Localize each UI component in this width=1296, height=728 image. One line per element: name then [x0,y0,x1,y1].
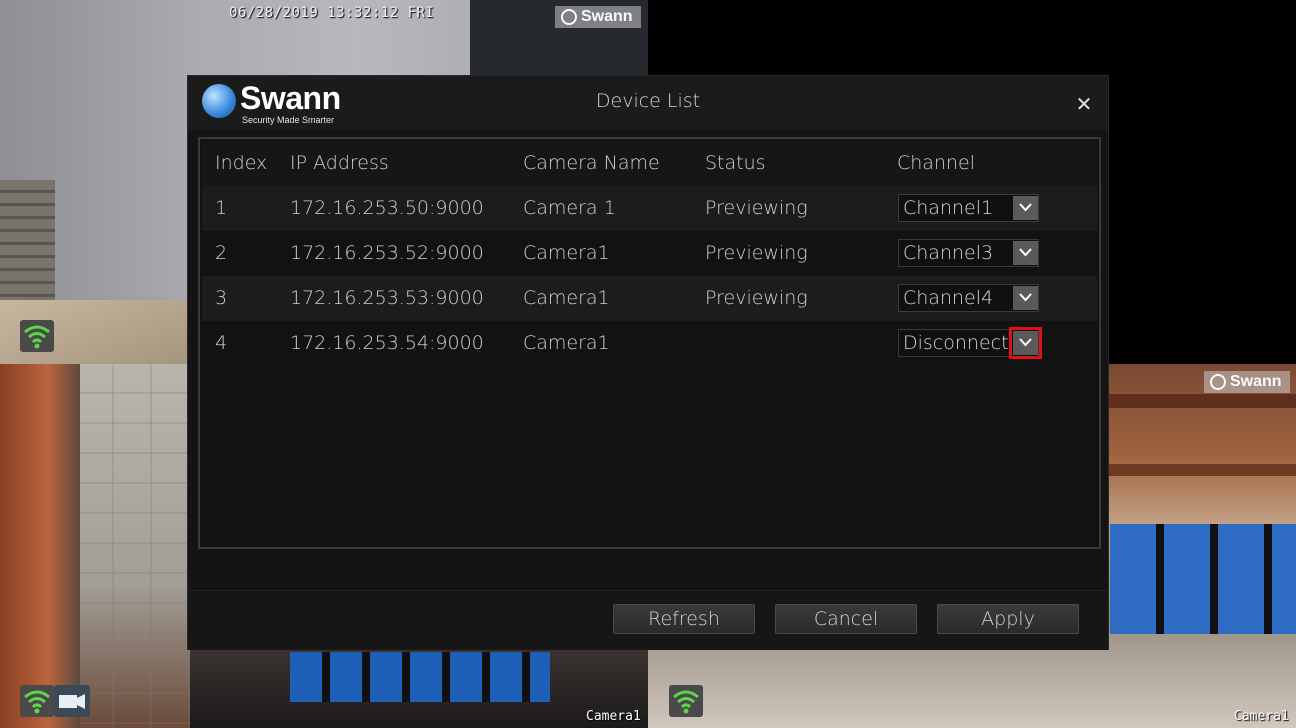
channel-select[interactable]: Disconnect [898,327,1042,359]
row-camera-name: Camera1 [523,242,610,264]
row-ip-address: 172.16.253.52:9000 [290,242,484,264]
apply-button[interactable]: Apply [937,604,1079,634]
cancel-button[interactable]: Cancel [775,604,917,634]
wifi-icon [669,685,703,717]
row-status: Previewing [705,242,808,264]
scene-beam [1108,464,1296,476]
channel-select-value: Channel3 [903,242,994,264]
logo-tagline: Security Made Smarter [242,115,335,125]
column-header-index: Index [215,152,268,174]
scene-wall [0,364,80,728]
row-index: 4 [215,332,228,354]
row-camera-name: Camera1 [523,332,610,354]
chevron-down-icon[interactable] [1013,286,1038,310]
table-row[interactable]: 3 172.16.253.53:9000 Camera1 Previewing … [202,276,1097,321]
channel-select[interactable]: Channel3 [898,239,1039,267]
video-camera-icon [54,685,90,717]
camera-name-label: Camera1 [1234,709,1289,724]
swann-logo-icon [561,9,577,25]
scene-monitors [1110,524,1296,634]
table-row[interactable]: 1 172.16.253.50:9000 Camera 1 Previewing… [202,186,1097,231]
row-status: Previewing [705,197,808,219]
dialog-header: Swann Security Made Smarter Device List … [188,76,1108,130]
wifi-icon [20,685,54,717]
row-index: 1 [215,197,228,219]
osd-datetime: 06/28/2019 13:32:12 FRI [229,5,435,21]
swann-logo-icon [1210,374,1226,390]
swann-watermark: Swann [1204,371,1290,393]
column-header-camera-name: Camera Name [523,152,660,174]
swann-watermark: Swann [555,6,641,28]
channel-select-value: Channel4 [903,287,994,309]
row-camera-name: Camera 1 [523,197,616,219]
channel-select[interactable]: Channel1 [898,194,1039,222]
camera-name-label: Camera1 [586,709,641,724]
column-header-ip: IP Address [290,152,389,174]
channel-select-value: Disconnect [903,332,1009,354]
watermark-text: Swann [1230,373,1282,390]
scene-monitors [290,652,550,702]
scene-shelf [0,180,55,310]
row-ip-address: 172.16.253.53:9000 [290,287,484,309]
row-camera-name: Camera1 [523,287,610,309]
row-ip-address: 172.16.253.50:9000 [290,197,484,219]
row-index: 2 [215,242,228,264]
row-status: Previewing [705,287,808,309]
channel-select[interactable]: Channel4 [898,284,1039,312]
scene-beam [1108,394,1296,408]
chevron-down-icon[interactable] [1013,241,1038,265]
refresh-button[interactable]: Refresh [613,604,755,634]
chevron-down-icon[interactable] [1013,196,1038,220]
column-header-channel: Channel [897,152,976,174]
table-row[interactable]: 4 172.16.253.54:9000 Camera1 Disconnect [202,321,1097,366]
row-ip-address: 172.16.253.54:9000 [290,332,484,354]
watermark-text: Swann [581,8,633,25]
table-header-row: Index IP Address Camera Name Status Chan… [202,141,1097,186]
channel-select-value: Channel1 [903,197,994,219]
row-index: 3 [215,287,228,309]
column-header-status: Status [705,152,766,174]
wifi-icon [20,320,54,352]
dialog-footer: Refresh Cancel Apply [188,590,1108,650]
chevron-down-icon[interactable] [1009,327,1042,359]
dialog-title: Device List [595,90,701,112]
table-row[interactable]: 2 172.16.253.52:9000 Camera1 Previewing … [202,231,1097,276]
close-icon[interactable]: ✕ [1072,92,1096,116]
device-table: Index IP Address Camera Name Status Chan… [198,137,1101,549]
device-list-dialog: Swann Security Made Smarter Device List … [187,75,1109,650]
